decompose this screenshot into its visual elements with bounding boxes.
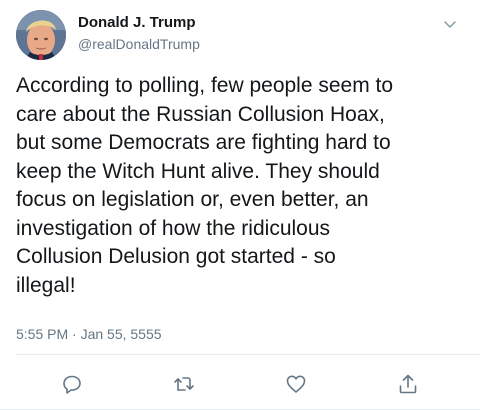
tweet-text-line: illegal! — [16, 273, 76, 297]
tweet-card: Donald J. Trump @realDonaldTrump Accordi… — [0, 0, 480, 410]
avatar[interactable] — [16, 10, 66, 60]
tweet-timestamp[interactable]: 5:55 PM · Jan 55, 5555 — [16, 326, 162, 342]
tweet-text-line: keep the Witch Hunt alive. They should — [16, 159, 380, 183]
share-icon[interactable] — [396, 372, 420, 396]
tweet-text-line: Collusion Delusion got started - so — [16, 245, 336, 268]
tweet-text-line: investigation of how the ridiculous — [16, 216, 331, 240]
avatar-image — [16, 10, 66, 60]
tweet-text-line: care about the Russian Collusion Hoax, — [16, 102, 385, 126]
tweet-header: Donald J. Trump @realDonaldTrump — [16, 10, 466, 64]
reply-icon[interactable] — [60, 372, 84, 396]
action-bar — [0, 372, 480, 398]
tweet-text: According to polling, few people seem to… — [16, 72, 471, 300]
tweet-text-line: but some Democrats are fighting hard to — [16, 131, 391, 154]
tweet-text-line: According to polling, few people seem to — [16, 74, 394, 97]
heart-icon[interactable] — [284, 372, 308, 396]
tweet-text-line: focus on legislation or, even better, an — [16, 188, 369, 211]
display-name[interactable]: Donald J. Trump — [78, 14, 196, 31]
chevron-down-icon[interactable] — [442, 16, 458, 32]
retweet-icon[interactable] — [172, 372, 196, 396]
user-handle[interactable]: @realDonaldTrump — [78, 36, 200, 52]
divider — [16, 354, 480, 355]
